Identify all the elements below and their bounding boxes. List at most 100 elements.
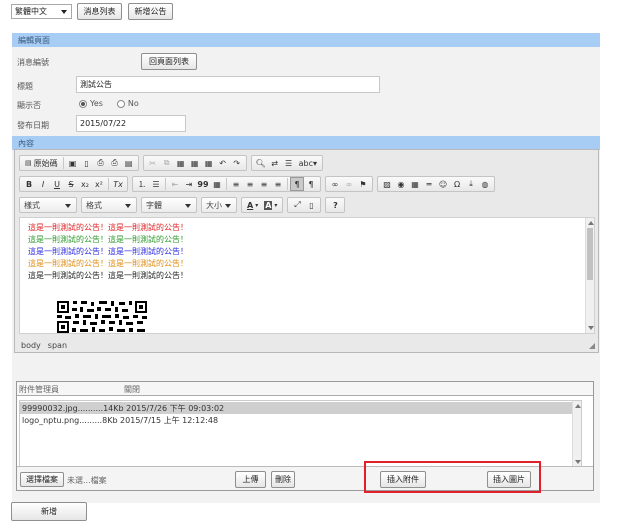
text-color-label: A	[247, 200, 254, 210]
source-button[interactable]: ▤ 原始碼	[22, 156, 61, 170]
highlight-box	[364, 461, 541, 493]
scroll-thumb[interactable]	[587, 228, 593, 280]
news-id-label: 消息編號	[17, 58, 49, 67]
paste-word-icon[interactable]: ▦	[202, 156, 216, 170]
close-link[interactable]: 關閉	[124, 384, 140, 395]
horizontal-line-icon[interactable]: ═	[422, 177, 436, 191]
flash-icon[interactable]: ◉	[394, 177, 408, 191]
scroll-down-icon[interactable]	[575, 460, 581, 464]
numbered-list-icon[interactable]: ⒈	[135, 177, 149, 191]
rtl-icon[interactable]: ¶	[304, 177, 318, 191]
new-page-icon[interactable]: ▯	[80, 156, 94, 170]
print-icon[interactable]: ⎙	[108, 156, 122, 170]
iframe-icon[interactable]: ◍	[478, 177, 492, 191]
format-combo[interactable]: 格式	[81, 197, 137, 213]
radio-yes-label: Yes	[90, 99, 103, 108]
table-icon[interactable]: ▦	[408, 177, 422, 191]
date-field[interactable]: 2015/07/22	[76, 115, 186, 132]
align-left-icon[interactable]: ≡	[229, 177, 243, 191]
undo-icon[interactable]: ↶	[216, 156, 230, 170]
radio-no[interactable]	[116, 99, 125, 108]
align-right-icon[interactable]: ≡	[257, 177, 271, 191]
select-all-icon[interactable]: ☰	[282, 156, 296, 170]
copy-icon[interactable]: ⧉	[160, 156, 174, 170]
rich-text-editor: ▤ 原始碼 ▣ ▯ ⎙ ⎙ ▤ ✂ ⧉ ▦ ▦ ▦ ↶ ↷ 🔍︎ ⇄ ☰ abc…	[14, 149, 599, 353]
scroll-up-icon[interactable]	[575, 404, 581, 408]
superscript-button[interactable]: x²	[92, 177, 106, 191]
list-item[interactable]: 99990032.jpg..........14Kb 2015/7/26 下午 …	[20, 402, 581, 414]
size-label: 大小	[206, 200, 222, 210]
save-icon[interactable]: ▣	[66, 156, 80, 170]
image-icon[interactable]: ▨	[380, 177, 394, 191]
path-item-body[interactable]: body	[21, 341, 41, 350]
help-button[interactable]: ?	[328, 198, 342, 212]
add-announcement-button[interactable]: 新增公告	[128, 3, 173, 20]
blockquote-button[interactable]: 99	[196, 177, 210, 191]
remove-format-button[interactable]: Tx	[111, 177, 125, 191]
templates-icon[interactable]: ▤	[122, 156, 136, 170]
radio-yes[interactable]	[79, 99, 87, 108]
bg-color-label: A	[264, 200, 273, 210]
section-title: 內容	[18, 138, 34, 148]
font-combo[interactable]: 字體	[141, 197, 197, 213]
qr-code-image[interactable]	[55, 299, 149, 334]
styles-combo[interactable]: 樣式	[19, 197, 77, 213]
special-char-button[interactable]: Ω	[450, 177, 464, 191]
bold-button[interactable]: B	[22, 177, 36, 191]
maximize-icon[interactable]: ⤢	[290, 198, 304, 212]
delete-button[interactable]: 刪除	[271, 471, 295, 488]
align-center-icon[interactable]: ≡	[243, 177, 257, 191]
toolbar-group-paragraph: ⒈ ☰ ⇤ ⇥ 99 ▦ ≡ ≡ ≡ ≡ ¶ ¶	[132, 176, 321, 192]
div-container-icon[interactable]: ▦	[210, 177, 224, 191]
preview-icon[interactable]: ⎙	[94, 156, 108, 170]
scroll-down-icon[interactable]	[588, 326, 594, 330]
text-color-button[interactable]: A ▾	[244, 198, 261, 212]
bulleted-list-icon[interactable]: ☰	[149, 177, 163, 191]
justify-icon[interactable]: ≡	[271, 177, 285, 191]
cut-icon[interactable]: ✂	[146, 156, 160, 170]
add-button[interactable]: 新增	[11, 502, 87, 521]
indent-icon[interactable]: ⇥	[182, 177, 196, 191]
smiley-icon[interactable]: ☺	[436, 177, 450, 191]
anchor-icon[interactable]: ⚑	[356, 177, 370, 191]
size-combo[interactable]: 大小	[201, 197, 237, 213]
ltr-icon[interactable]: ¶	[290, 177, 304, 191]
bg-color-button[interactable]: A ▾	[261, 198, 280, 212]
paste-text-icon[interactable]: ▦	[188, 156, 202, 170]
language-select[interactable]: 繁體中文	[11, 4, 72, 19]
title-label: 標題	[17, 82, 33, 91]
element-path: body span	[15, 338, 598, 352]
italic-button[interactable]: I	[36, 177, 50, 191]
chevron-down-icon	[65, 204, 71, 208]
title-field[interactable]: 測試公告	[76, 76, 380, 93]
upload-button[interactable]: 上傳	[235, 471, 266, 488]
replace-icon[interactable]: ⇄	[268, 156, 282, 170]
scroll-up-icon[interactable]	[588, 221, 594, 225]
show-blocks-icon[interactable]: ▯	[304, 198, 318, 212]
page-break-icon[interactable]: ⤓	[464, 177, 478, 191]
redo-icon[interactable]: ↷	[230, 156, 244, 170]
back-to-list-button[interactable]: 回頁面列表	[141, 53, 197, 70]
unlink-icon[interactable]: ∞	[342, 177, 356, 191]
list-scrollbar[interactable]	[572, 401, 581, 467]
find-icon[interactable]: 🔍︎	[254, 156, 268, 170]
underline-button[interactable]: U	[50, 177, 64, 191]
news-list-button[interactable]: 消息列表	[77, 3, 122, 20]
subscript-button[interactable]: x₂	[78, 177, 92, 191]
resize-handle-icon[interactable]	[589, 343, 595, 349]
choose-file-button[interactable]: 選擇檔案	[20, 472, 64, 487]
link-icon[interactable]: ∞	[328, 177, 342, 191]
toolbar-row-1: ▤ 原始碼 ▣ ▯ ⎙ ⎙ ▤ ✂ ⧉ ▦ ▦ ▦ ↶ ↷ 🔍︎ ⇄ ☰ abc…	[19, 155, 327, 171]
toolbar-group-tools: ⤢ ▯	[287, 197, 322, 213]
paste-icon[interactable]: ▦	[174, 156, 188, 170]
spellcheck-icon[interactable]: abc▾	[296, 156, 320, 170]
path-item-span[interactable]: span	[48, 341, 67, 350]
strike-button[interactable]: S	[64, 177, 78, 191]
attachment-title: 附件管理員	[19, 385, 59, 394]
outdent-icon[interactable]: ⇤	[168, 177, 182, 191]
list-item[interactable]: logo_nptu.png.........8Kb 2015/7/15 上午 1…	[20, 414, 581, 426]
attachment-list[interactable]: 99990032.jpg..........14Kb 2015/7/26 下午 …	[19, 400, 582, 468]
editor-scrollbar[interactable]	[585, 218, 594, 333]
toolbar-group-colors: A ▾ A ▾	[241, 197, 284, 213]
editor-content[interactable]: 這是一則測試的公告！這是一則測試的公告！ 這是一則測試的公告！這是一則測試的公告…	[19, 217, 595, 334]
